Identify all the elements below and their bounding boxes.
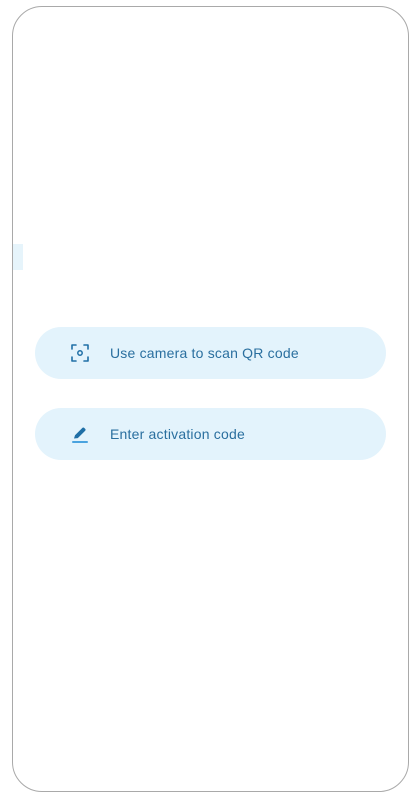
qr-scan-icon xyxy=(69,342,91,364)
phone-frame: Use camera to scan QR code Enter activat… xyxy=(12,6,409,792)
scan-qr-button[interactable]: Use camera to scan QR code xyxy=(35,327,386,379)
pencil-icon xyxy=(69,423,91,445)
scan-qr-label: Use camera to scan QR code xyxy=(110,345,299,361)
side-accent-bar xyxy=(13,244,23,270)
enter-activation-code-label: Enter activation code xyxy=(110,426,245,442)
action-list: Use camera to scan QR code Enter activat… xyxy=(35,327,386,489)
enter-activation-code-button[interactable]: Enter activation code xyxy=(35,408,386,460)
